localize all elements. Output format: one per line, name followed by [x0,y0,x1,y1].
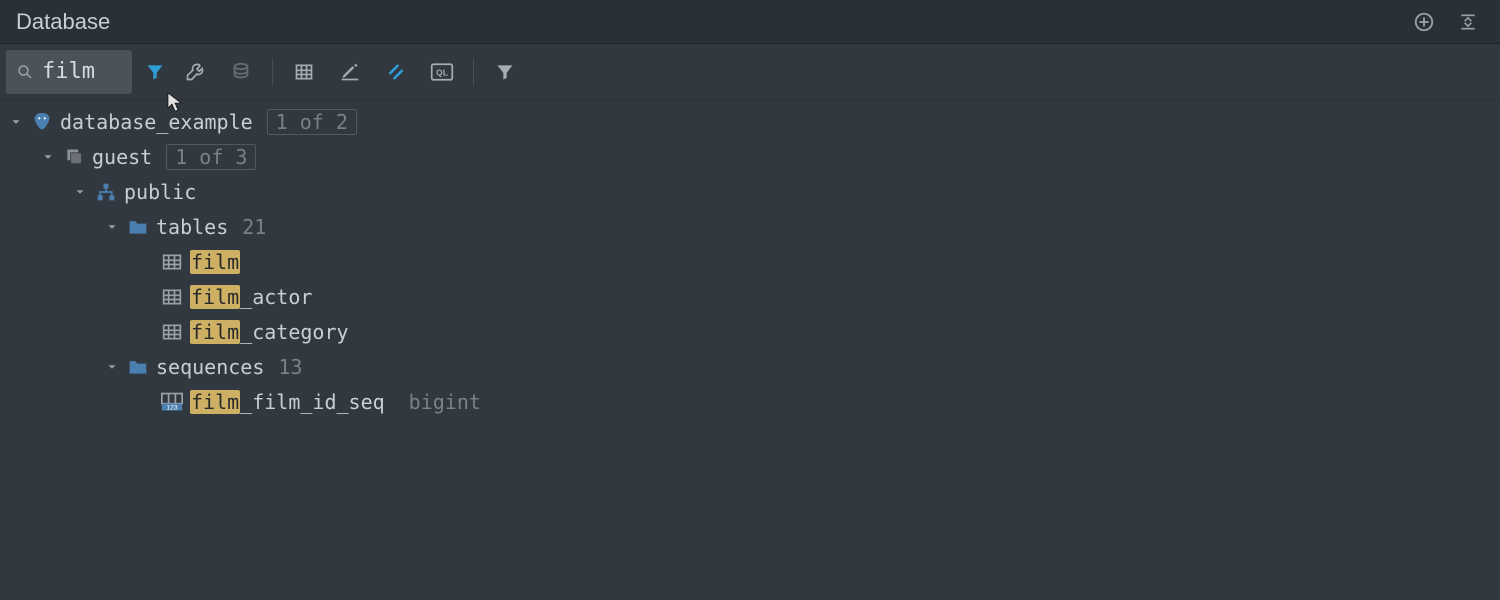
refresh-button[interactable] [218,50,264,94]
tree-database-row[interactable]: guest 1 of 3 [0,139,1500,174]
svg-text:123: 123 [166,404,178,411]
table-name: film [190,252,240,272]
schema-label: public [124,182,196,202]
panel-title: Database [16,9,110,35]
data-source-properties-button[interactable] [172,50,218,94]
tables-count: 21 [242,217,266,237]
tree-sequences-folder-row[interactable]: sequences 13 [0,349,1500,384]
add-datasource-button[interactable] [1408,6,1440,38]
database-icon [60,147,88,167]
database-tree[interactable]: database_example 1 of 2 guest 1 of 3 pub… [0,100,1500,423]
tree-table-row[interactable]: film_category [0,314,1500,349]
search-field[interactable] [6,50,132,94]
separator [473,58,474,86]
tree-tables-folder-row[interactable]: tables 21 [0,209,1500,244]
database-label: guest [92,147,152,167]
sequence-icon: 123 [158,392,186,412]
panel-titlebar: Database [0,0,1500,44]
chevron-down-icon[interactable] [100,220,124,234]
collapse-all-button[interactable] [1452,6,1484,38]
search-input[interactable] [42,59,122,84]
tree-table-row[interactable]: film [0,244,1500,279]
schema-icon [92,182,120,202]
jump-to-source-button[interactable] [373,50,419,94]
chevron-down-icon[interactable] [100,360,124,374]
tables-folder-label: tables [156,217,228,237]
sequences-folder-label: sequences [156,357,264,377]
tree-schema-row[interactable]: public [0,174,1500,209]
svg-text:QL: QL [436,67,448,77]
folder-icon [124,218,152,236]
datasource-badge: 1 of 2 [267,109,357,135]
chevron-down-icon[interactable] [4,115,28,129]
tree-datasource-row[interactable]: database_example 1 of 2 [0,104,1500,139]
database-badge: 1 of 3 [166,144,256,170]
folder-icon [124,358,152,376]
table-name: film_actor [190,287,312,307]
table-icon [158,253,186,271]
chevron-down-icon[interactable] [68,185,92,199]
separator [272,58,273,86]
toolbar: QL [0,44,1500,100]
search-icon [16,63,34,81]
tree-table-row[interactable]: film_actor [0,279,1500,314]
sequence-name: film_film_id_seq [190,392,385,412]
sequence-type: bigint [409,392,481,412]
edit-button[interactable] [327,50,373,94]
query-console-button[interactable]: QL [419,50,465,94]
chevron-down-icon[interactable] [36,150,60,164]
table-view-button[interactable] [281,50,327,94]
postgresql-icon [28,111,56,133]
table-icon [158,288,186,306]
table-name: film_category [190,322,349,342]
sequences-count: 13 [278,357,302,377]
filter-button[interactable] [482,50,528,94]
table-icon [158,323,186,341]
tree-sequence-row[interactable]: 123 film_film_id_seq bigint [0,384,1500,419]
datasource-label: database_example [60,112,253,132]
